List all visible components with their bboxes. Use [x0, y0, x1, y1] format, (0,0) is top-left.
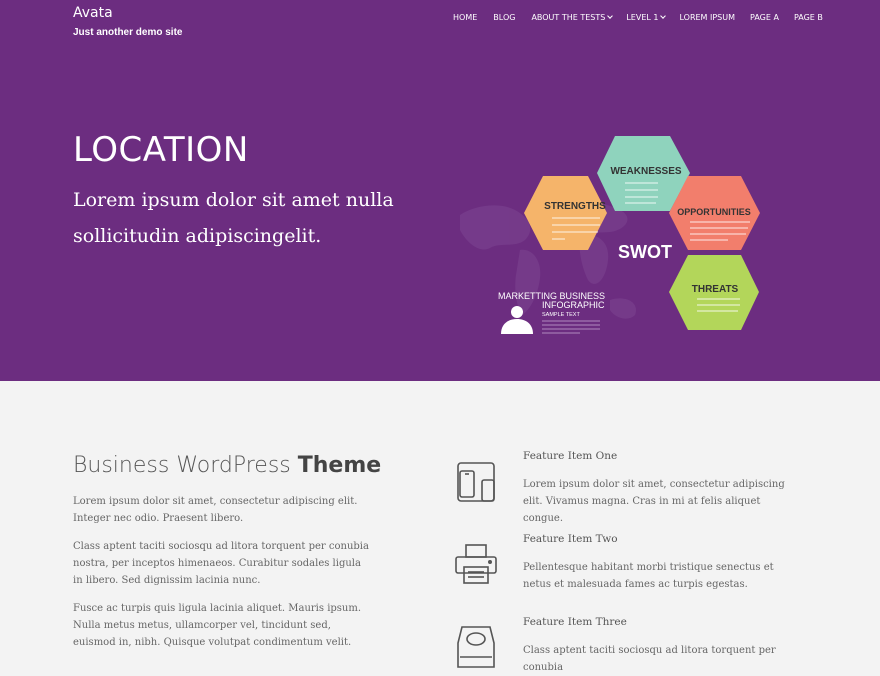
hero-section: Avata Just another demo site HOME BLOG A… — [0, 0, 880, 381]
section-title: Business WordPress Theme — [73, 453, 381, 478]
nav-item-label: LEVEL 1 — [626, 13, 659, 22]
about-paragraph: Class aptent taciti sociosqu ad litora t… — [73, 541, 369, 586]
weaknesses-label: WEAKNESSES — [610, 166, 681, 177]
opportunities-label: OPPORTUNITIES — [677, 207, 751, 217]
feature-title: Feature Item Two — [523, 533, 618, 545]
about-paragraph: Fusce ac turpis quis ligula lacinia aliq… — [73, 603, 362, 648]
nav-item-label: BLOG — [493, 13, 516, 22]
main-navigation: HOME BLOG ABOUT THE TESTS LEVEL 1 LOREM … — [453, 13, 839, 22]
main-content: Business WordPress Theme Lorem ipsum dol… — [0, 381, 880, 673]
site-branding: Avata Just another demo site — [73, 5, 182, 38]
caption-text-lines — [542, 320, 600, 334]
nav-item-level-1[interactable]: LEVEL 1 — [626, 13, 667, 22]
feature-text: Class aptent taciti sociosqu ad litora t… — [523, 645, 776, 673]
nav-item-label: PAGE B — [793, 13, 823, 22]
printer-icon — [452, 541, 500, 589]
hero-heading: LOCATION — [73, 130, 249, 170]
nav-item-page-b[interactable]: PAGE B — [794, 13, 823, 22]
threats-label: THREATS — [692, 284, 739, 295]
nav-item-lorem-ipsum[interactable]: LOREM IPSUM — [679, 13, 735, 22]
nav-item-page-a[interactable]: PAGE A — [750, 13, 779, 22]
section-title-light: Business WordPress — [73, 453, 291, 478]
nav-item-blog[interactable]: BLOG — [493, 13, 515, 22]
infographic-caption-line3: SAMPLE TEXT — [542, 312, 580, 318]
feature-title: Feature Item Three — [523, 616, 627, 628]
nav-item-label: HOME — [453, 13, 478, 22]
strengths-label: STRENGTHS — [544, 201, 606, 212]
about-paragraph: Lorem ipsum dolor sit amet, consectetur … — [73, 496, 358, 524]
nav-item-label: LOREM IPSUM — [679, 13, 736, 22]
chevron-down-icon — [660, 13, 667, 19]
nav-item-label: ABOUT THE TESTS — [531, 13, 606, 22]
nav-item-label: PAGE A — [750, 13, 779, 22]
feature-title: Feature Item One — [523, 450, 618, 462]
feature-text: Lorem ipsum dolor sit amet, consectetur … — [523, 479, 785, 524]
swot-infographic-graphic: STRENGTHS WEAKNESSES OPPORTUNITIES THREA… — [460, 136, 760, 334]
hero-text: Lorem ipsum dolor sit amet nulla sollici… — [73, 189, 394, 247]
nav-item-about-the-tests[interactable]: ABOUT THE TESTS — [531, 13, 614, 22]
site-title-link[interactable]: Avata — [73, 5, 182, 21]
section-title-bold: Theme — [297, 453, 382, 478]
infographic-caption-line2: INFOGRAPHIC — [542, 300, 605, 310]
chevron-down-icon — [607, 13, 614, 19]
person-icon — [501, 306, 533, 334]
feature-text: Pellentesque habitant morbi tristique se… — [523, 562, 774, 590]
drive-icon — [452, 623, 500, 671]
swot-center-label: SWOT — [618, 242, 672, 262]
swot-infographic: STRENGTHS WEAKNESSES OPPORTUNITIES THREA… — [460, 130, 780, 345]
devices-icon — [452, 458, 500, 506]
nav-item-home[interactable]: HOME — [453, 13, 477, 22]
site-description: Just another demo site — [73, 27, 183, 38]
